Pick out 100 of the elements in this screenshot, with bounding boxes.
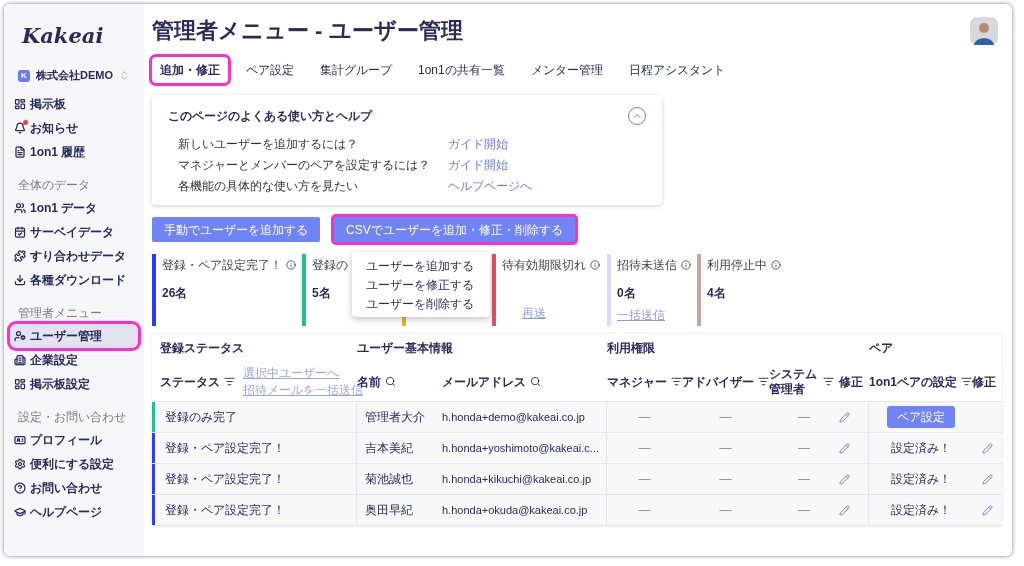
table-cell: — (638, 503, 651, 517)
company-name: 株式会社DEMO (36, 68, 113, 84)
table-cell: — (798, 503, 810, 517)
column-header: 修正 (839, 373, 863, 391)
tab[interactable]: ペア設定 (238, 57, 302, 83)
stat-label: 待有効期限切れ (502, 257, 586, 274)
puzzle-icon (14, 249, 26, 262)
table-cell-text: 設定済み！ (890, 440, 951, 457)
sidebar-item[interactable]: 掲示板設定 (10, 371, 138, 396)
help-link[interactable]: ガイド開始 (448, 135, 508, 153)
settings-icon (14, 457, 26, 470)
edit-icon[interactable] (839, 473, 850, 485)
edit-icon[interactable] (981, 473, 993, 485)
table-cell: 奥田早紀 (365, 503, 413, 517)
column-header: アドバイザー (682, 373, 754, 391)
column-header: システム管理者 (769, 366, 818, 397)
stat-value: 5名 (312, 285, 332, 302)
info-icon[interactable] (286, 260, 296, 270)
stat-label: 利用停止中 (707, 257, 767, 274)
graduation-cap-icon (14, 505, 26, 518)
help-link[interactable]: ヘルプページへ (448, 177, 532, 195)
column-header: マネジャー (607, 373, 667, 391)
note-icon (14, 145, 26, 158)
edit-icon[interactable] (839, 411, 850, 423)
menu-item[interactable]: ユーザーを追加する (352, 256, 490, 275)
download-icon (14, 273, 26, 286)
table-cell-text: 設定済み！ (890, 471, 951, 488)
avatar[interactable] (970, 16, 998, 45)
dashboard-icon (14, 377, 26, 390)
edit-icon[interactable] (839, 442, 850, 454)
table-cell-text: 登録・ペア設定完了！ (164, 471, 285, 488)
table-cell-text: 設定済み！ (890, 502, 951, 519)
sidebar-item[interactable]: 1on1 データ (10, 195, 138, 220)
table-cell: — (719, 410, 732, 424)
table-cell: — (798, 410, 810, 424)
tab[interactable]: 日程アシスタント (620, 57, 733, 83)
column-group-heading: ペア (869, 341, 893, 355)
help-question: 新しいユーザーを追加するには？ (178, 136, 359, 153)
info-icon[interactable] (771, 260, 781, 270)
people-icon (14, 201, 26, 214)
sidebar-item[interactable]: ヘルプページ (10, 499, 138, 524)
sidebar-item[interactable]: サーベイデータ (10, 219, 138, 244)
filter-icon[interactable] (224, 376, 235, 387)
sidebar-item[interactable]: 便利にする設定 (10, 451, 138, 476)
chevron-up-down-icon[interactable] (119, 70, 130, 81)
sidebar-item[interactable]: 企業設定 (10, 347, 138, 372)
table-cell: — (719, 503, 732, 517)
table-cell-text: h.honda+kikuchi@kakeai.co.jp (442, 471, 592, 487)
sidebar-item[interactable]: プロフィール (10, 427, 138, 452)
filter-icon[interactable] (961, 376, 972, 387)
section-heading: 設定・お問い合わせ (17, 408, 127, 426)
column-group-heading: 登録ステータス (160, 341, 244, 355)
column-header: ステータス (160, 373, 220, 391)
filter-icon[interactable] (823, 376, 834, 387)
section-heading: 全体のデータ (17, 176, 91, 194)
help-question: 各機能の具体的な使い方を見たい (178, 178, 359, 195)
table-cell: — (638, 441, 651, 455)
table-cell-text: 登録・ペア設定完了！ (164, 440, 285, 457)
sidebar-item[interactable]: 各種ダウンロード (10, 267, 138, 292)
bell-icon (14, 121, 26, 134)
menu-item[interactable]: ユーザーを削除する (352, 294, 490, 313)
table-cell: 管理者大介 (365, 410, 425, 424)
filter-icon[interactable] (758, 376, 769, 387)
stat-label: 招待未送信 (617, 257, 677, 274)
tab[interactable]: 追加・修正 (152, 57, 228, 83)
search-icon[interactable] (530, 376, 541, 387)
sidebar-item[interactable]: お問い合わせ (10, 475, 138, 500)
search-icon[interactable] (385, 376, 396, 387)
column-group-heading: 利用権限 (607, 341, 655, 355)
stat-value: 4名 (707, 285, 727, 302)
building-icon (14, 353, 26, 366)
sidebar-item[interactable]: ユーザー管理 (10, 323, 138, 348)
column-header: メールアドレス (442, 373, 526, 391)
sidebar-item[interactable]: 1on1 履歴 (10, 139, 138, 164)
info-icon[interactable] (681, 260, 691, 270)
calendar-icon (14, 225, 26, 238)
user-gear-icon (14, 329, 26, 342)
filter-icon[interactable] (671, 376, 682, 387)
tab[interactable]: 1on1の共有一覧 (410, 57, 513, 83)
table-cell: — (719, 441, 732, 455)
menu-item[interactable]: ユーザーを修正する (352, 275, 490, 294)
edit-icon[interactable] (981, 442, 993, 454)
stat-value: 26名 (162, 285, 189, 302)
table-cell: — (638, 472, 651, 486)
table-cell: — (798, 441, 810, 455)
info-icon[interactable] (590, 260, 600, 270)
edit-icon[interactable] (839, 504, 850, 516)
table-cell-text: h.honda+demo@kakeai.co.jp (442, 409, 585, 425)
sidebar-item[interactable]: すり合わせデータ (10, 243, 138, 268)
help-title: このページのよくある使い方とヘルプ (168, 108, 372, 125)
edit-icon[interactable] (981, 504, 993, 516)
tab[interactable]: メンター管理 (522, 57, 611, 83)
sidebar-item[interactable]: 掲示板 (10, 91, 138, 116)
sidebar-item[interactable]: お知らせ (10, 115, 138, 140)
table-cell: — (719, 472, 732, 486)
table-cell: — (798, 472, 810, 486)
table-cell-text: h.honda+yoshimoto@kakeai.c... (442, 440, 599, 456)
table-cell-text: 登録のみ完了 (164, 409, 237, 426)
tab[interactable]: 集計グループ (312, 57, 400, 83)
help-link[interactable]: ガイド開始 (448, 156, 508, 174)
